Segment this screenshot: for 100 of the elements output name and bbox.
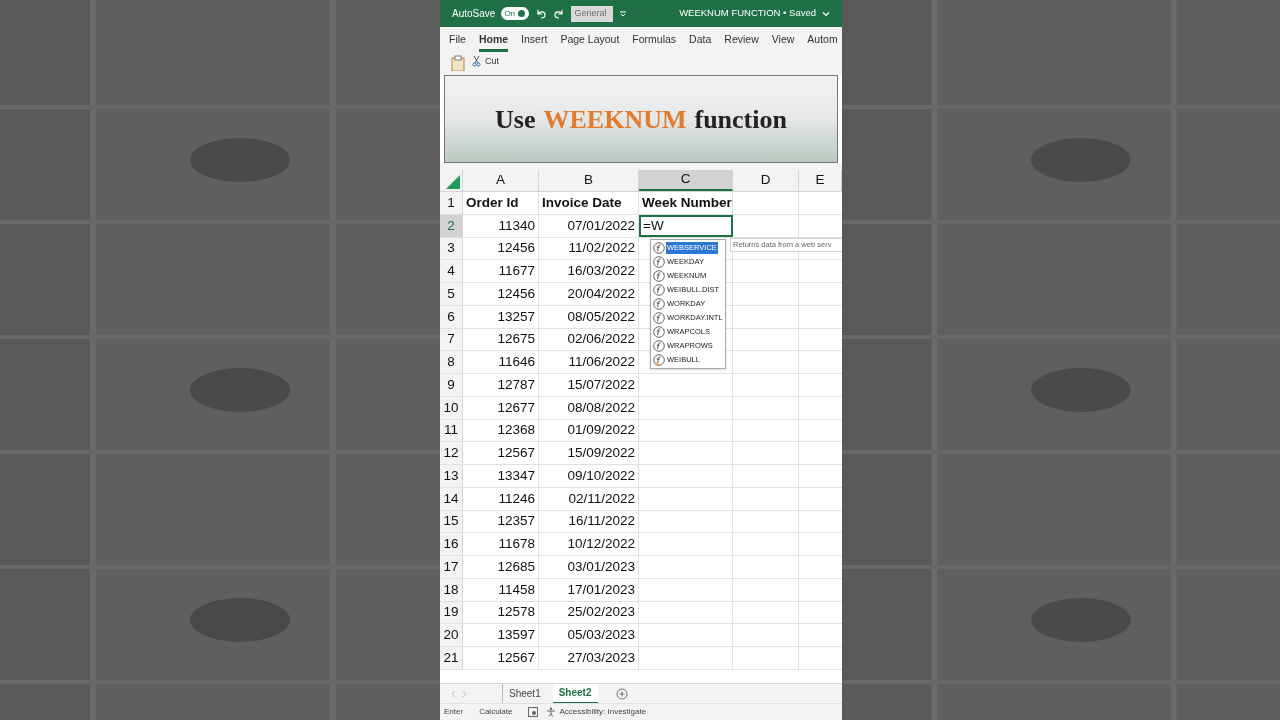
function-icon (653, 284, 665, 296)
table-cell-text: 13597 (497, 626, 535, 644)
table-cell-text: 11340 (498, 216, 535, 235)
table-cell-text: 16/11/2022 (568, 512, 635, 531)
number-format-dropdown[interactable]: General (571, 5, 614, 22)
row-number[interactable]: 1 (440, 192, 463, 214)
row-number[interactable]: 10 (440, 396, 463, 419)
table-cell-text: 12368 (497, 421, 535, 440)
caret-icon[interactable] (822, 9, 830, 18)
table-cell-text: Invoice Date (542, 193, 622, 212)
accessibility-icon[interactable] (546, 707, 557, 717)
table-cell-text: 12787 (497, 375, 535, 394)
active-cell[interactable]: =W (639, 214, 733, 237)
table-cell-text: 02/11/2022 (568, 489, 635, 508)
table-cell-text: 13257 (497, 307, 535, 326)
redo-icon[interactable] (553, 7, 566, 20)
row-number[interactable]: 12 (440, 442, 463, 464)
row-number[interactable]: 14 (440, 487, 463, 510)
ribbon-tab[interactable]: File (449, 30, 466, 52)
row-number[interactable]: 7 (440, 328, 463, 351)
function-warning-icon (653, 354, 665, 366)
table-cell-text: 15/07/2022 (567, 375, 635, 394)
table-cell-text: 12357 (497, 512, 535, 531)
table-cell-text: 10/12/2022 (567, 535, 635, 553)
table-cell-text: 12456 (497, 284, 535, 303)
table-cell-text: 09/10/2022 (567, 466, 635, 485)
table-cell-text: 08/05/2022 (567, 307, 635, 326)
row-number[interactable]: 8 (440, 351, 463, 373)
row-number[interactable]: 3 (440, 237, 463, 260)
ribbon-tab[interactable]: View (771, 30, 795, 52)
calculate-button[interactable]: Calculate (479, 706, 513, 718)
table-cell-text: 12677 (497, 398, 535, 417)
table-cell-text: 11677 (498, 262, 535, 280)
column-header[interactable]: D (733, 170, 799, 191)
row-number[interactable]: 9 (440, 374, 463, 396)
ribbon-tab[interactable]: Page Layout (560, 30, 620, 52)
accessibility-status[interactable]: Accessibility: Investigate (559, 706, 647, 718)
table-cell-text: 27/03/2023 (567, 648, 635, 667)
table-cell-text: 13347 (497, 466, 535, 485)
row-number[interactable]: 5 (440, 283, 463, 305)
table-cell-text: 12567 (497, 648, 535, 667)
table-cell-text: Order Id (466, 193, 519, 212)
undo-icon[interactable] (535, 7, 548, 20)
table-cell-text: 12578 (497, 603, 535, 622)
paste-icon[interactable] (450, 55, 468, 71)
table-cell-text: 15/09/2022 (567, 444, 635, 462)
function-icon (653, 340, 665, 352)
add-sheet-icon[interactable] (615, 687, 628, 700)
table-cell-text: 11/06/2022 (568, 353, 635, 371)
scissors-icon[interactable] (472, 55, 481, 67)
ribbon-tab[interactable]: Autom (807, 30, 838, 52)
table-cell-text: 20/04/2022 (567, 284, 635, 303)
row-number[interactable]: 2 (440, 214, 463, 237)
document-title[interactable]: WEEKNUM FUNCTION • Saved (679, 6, 816, 21)
macro-recording-icon[interactable] (528, 707, 539, 717)
row-number[interactable]: 20 (440, 624, 463, 646)
table-cell-text: 12685 (497, 557, 535, 576)
row-number[interactable]: 21 (440, 647, 463, 669)
table-cell-text: 25/02/2023 (567, 603, 635, 622)
ribbon-tab[interactable]: Home (478, 30, 509, 52)
customize-icon[interactable] (619, 9, 628, 18)
row-number[interactable]: 4 (440, 260, 463, 282)
table-cell-text: 11646 (498, 353, 535, 371)
table-cell-text: 08/08/2022 (567, 398, 635, 417)
ribbon-tab[interactable]: Review (724, 30, 759, 52)
table-cell-text: 07/01/2022 (567, 216, 635, 235)
row-number[interactable]: 15 (440, 510, 463, 533)
autosave-label: AutoSave (452, 7, 496, 21)
column-header[interactable]: A (463, 170, 539, 191)
function-icon (653, 326, 665, 338)
function-icon (653, 298, 665, 310)
select-all-icon[interactable] (446, 175, 460, 189)
table-cell-text: 12456 (497, 239, 535, 258)
table-cell-text: 03/01/2023 (567, 557, 635, 576)
table-cell-text: 02/06/2022 (567, 330, 635, 349)
autosave-toggle[interactable]: On (501, 7, 530, 20)
ribbon-tab[interactable]: Formulas (632, 30, 677, 52)
column-header[interactable]: C (639, 170, 733, 191)
table-cell-text: 12567 (497, 444, 535, 462)
function-icon (653, 256, 665, 268)
ribbon-tab[interactable]: Data (689, 30, 712, 52)
row-number[interactable]: 16 (440, 533, 463, 555)
row-number[interactable]: 18 (440, 578, 463, 601)
function-icon (653, 312, 665, 324)
table-cell-text: 11678 (498, 535, 535, 553)
table-cell-text: 11458 (498, 580, 535, 599)
ribbon-tab[interactable]: Insert (521, 30, 548, 52)
row-number[interactable]: 6 (440, 305, 463, 328)
row-number[interactable]: 17 (440, 556, 463, 578)
row-number[interactable]: 11 (440, 419, 463, 442)
table-cell-text: 16/03/2022 (567, 262, 635, 280)
table-cell-text: 12675 (497, 330, 535, 349)
table-cell-text: 05/03/2023 (567, 626, 635, 644)
sheet-tab[interactable]: Sheet2 (552, 683, 598, 704)
table-cell-text: 17/01/2023 (567, 580, 635, 599)
row-number[interactable]: 13 (440, 465, 463, 487)
table-cell-text: 11/02/2022 (568, 239, 635, 258)
row-number[interactable]: 19 (440, 601, 463, 624)
cut-label[interactable]: Cut (485, 55, 499, 69)
table-cell-text: 01/09/2022 (567, 421, 635, 440)
